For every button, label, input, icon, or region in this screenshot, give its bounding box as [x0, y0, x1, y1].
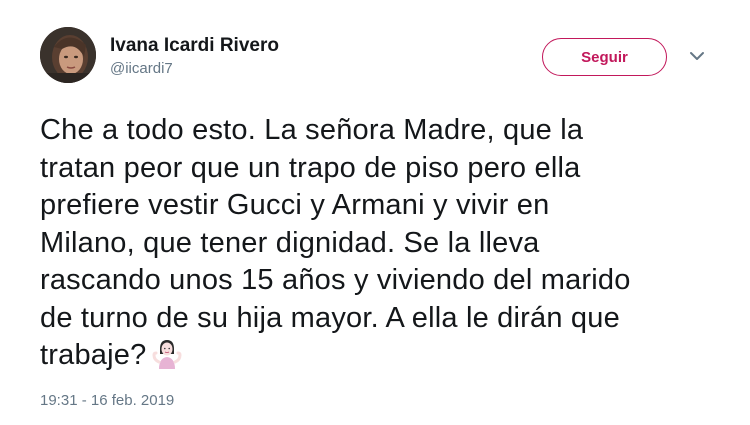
tweet-text-line: tratan peor que un trapo de piso pero el…: [40, 151, 581, 184]
tweet-text-line: Milano, que tener dignidad. Se la lleva: [40, 226, 540, 259]
tweet-text-line: de turno de su hija mayor. A ella le dir…: [40, 301, 620, 334]
tweet-text-line: trabaje?: [40, 339, 147, 371]
tweet-text: Che a todo esto. La señora Madre, que la…: [40, 112, 730, 381]
user-names: Ivana Icardi Rivero @iicardi7: [110, 35, 279, 79]
person-shrugging-emoji: [152, 338, 182, 381]
tweet-text-line: rascando unos 15 años y viviendo del mar…: [40, 264, 631, 296]
avatar[interactable]: [40, 27, 96, 83]
tweet-header: Ivana Icardi Rivero @iicardi7 Seguir: [40, 27, 720, 93]
follow-button[interactable]: Seguir: [542, 38, 667, 76]
display-name[interactable]: Ivana Icardi Rivero: [110, 35, 279, 57]
tweet-text-line: prefiere vestir Gucci y Armani y vivir e…: [40, 189, 550, 221]
tweet-card: Ivana Icardi Rivero @iicardi7 Seguir Che…: [0, 0, 750, 425]
tweet-text-line: Che a todo esto. La señora Madre, que la: [40, 114, 584, 146]
tweet-timestamp[interactable]: 19:31 - 16 feb. 2019: [40, 392, 174, 409]
tweet-text-last-line: trabaje?: [40, 337, 730, 381]
user-handle[interactable]: @iicardi7: [110, 59, 279, 79]
avatar-image: [40, 27, 96, 83]
chevron-down-icon[interactable]: [688, 49, 706, 63]
